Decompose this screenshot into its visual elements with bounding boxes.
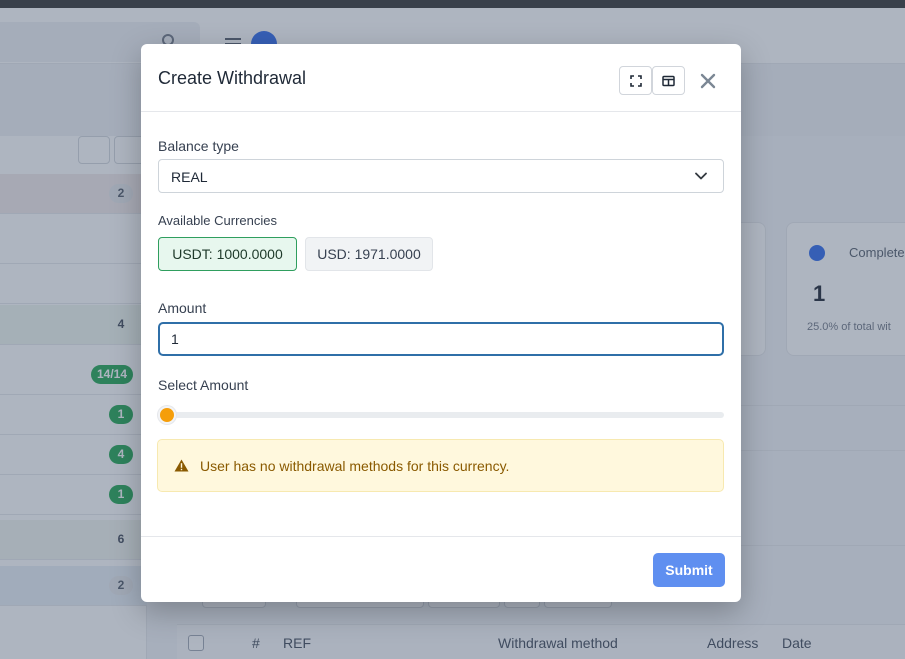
modal-footer: Submit <box>141 536 741 602</box>
expand-icon <box>629 74 642 87</box>
balance-type-label: Balance type <box>158 138 239 154</box>
close-icon <box>700 73 716 89</box>
amount-slider-thumb[interactable] <box>158 406 176 424</box>
modal-header: Create Withdrawal <box>141 44 741 112</box>
currency-chip-usd[interactable]: USD: 1971.0000 <box>305 237 433 271</box>
amount-slider-track[interactable] <box>165 412 724 418</box>
select-amount-label: Select Amount <box>158 377 249 393</box>
split-view-button[interactable] <box>652 66 685 95</box>
available-currencies-label: Available Currencies <box>158 213 277 228</box>
amount-input[interactable] <box>158 322 724 356</box>
modal-title: Create Withdrawal <box>158 68 307 88</box>
amount-label: Amount <box>158 300 207 316</box>
chevron-down-icon <box>695 172 707 180</box>
balance-type-select[interactable]: REAL <box>158 159 724 193</box>
balance-type-value: REAL <box>171 169 208 185</box>
fullscreen-button[interactable] <box>619 66 652 95</box>
currency-chip-usdt[interactable]: USDT: 1000.0000 <box>158 237 297 271</box>
submit-button[interactable]: Submit <box>653 553 725 587</box>
create-withdrawal-modal: Create Withdrawal Balance type REAL Avai… <box>141 44 741 602</box>
warning-alert-text: User has no withdrawal methods for this … <box>200 458 510 474</box>
warning-icon <box>174 459 189 472</box>
close-button[interactable] <box>697 70 719 92</box>
warning-alert: User has no withdrawal methods for this … <box>157 439 724 492</box>
columns-icon <box>662 75 675 86</box>
